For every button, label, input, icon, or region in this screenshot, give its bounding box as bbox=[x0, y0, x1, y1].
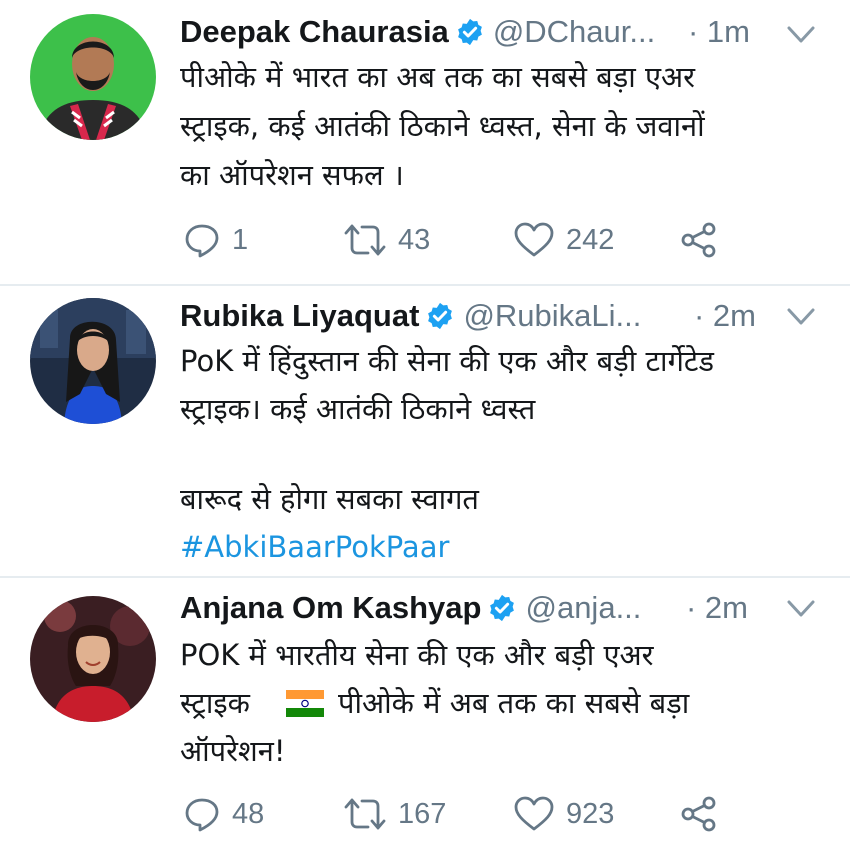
speech-bubble-icon bbox=[185, 224, 219, 258]
avatar[interactable] bbox=[30, 596, 156, 722]
reply-button[interactable]: 48 bbox=[184, 794, 264, 834]
chevron-down-icon[interactable] bbox=[786, 306, 816, 328]
retweet-button[interactable]: 167 bbox=[344, 794, 446, 834]
handle[interactable]: @DChaur... bbox=[493, 14, 655, 50]
speech-bubble-icon bbox=[185, 798, 219, 832]
india-flag-emoji bbox=[286, 690, 324, 717]
reply-button[interactable]: 1 bbox=[184, 220, 248, 260]
tweet-actions: 48 167 923 bbox=[184, 794, 744, 834]
tweet-text-line: PoK में हिंदुस्तान की सेना की एक और बड़ी… bbox=[180, 344, 715, 378]
like-button[interactable]: 242 bbox=[514, 220, 614, 260]
tweet-text-line: का ऑपरेशन सफल । bbox=[180, 158, 404, 192]
retweet-count: 43 bbox=[398, 223, 431, 256]
timestamp[interactable]: · 2m bbox=[686, 590, 748, 626]
tweet-text-line: पीओके में अब तक का सबसे बड़ा bbox=[338, 686, 690, 720]
share-icon bbox=[681, 222, 716, 258]
tweet-text-line: बारूद से होगा सबका स्वागत bbox=[180, 482, 479, 516]
tweet-header: Deepak Chaurasia @DChaur... bbox=[180, 10, 655, 54]
tweet-text-line: पीओके में भारत का अब तक का सबसे बड़ा एअर bbox=[180, 60, 696, 94]
tweet-text-line: स्ट्राइक, कई आतंकी ठिकाने ध्वस्त, सेना क… bbox=[180, 109, 705, 143]
tweet-anjana[interactable]: Anjana Om Kashyap @anja... · 2m POK में … bbox=[0, 578, 850, 850]
tweet-text-line: ऑपरेशन! bbox=[180, 734, 286, 768]
share-icon bbox=[681, 796, 716, 832]
tweet-actions: 1 43 242 bbox=[184, 220, 744, 260]
like-count: 242 bbox=[566, 223, 615, 256]
retweet-count: 167 bbox=[398, 797, 447, 830]
display-name[interactable]: Anjana Om Kashyap bbox=[180, 590, 481, 626]
retweet-arrows-icon bbox=[344, 798, 386, 830]
heart-icon bbox=[514, 796, 554, 831]
chevron-down-icon[interactable] bbox=[786, 24, 816, 46]
timestamp[interactable]: · 2m bbox=[694, 298, 756, 334]
reply-count: 48 bbox=[232, 797, 265, 830]
display-name[interactable]: Rubika Liyaquat bbox=[180, 298, 419, 334]
verified-badge-icon bbox=[425, 301, 455, 331]
verified-badge-icon bbox=[487, 593, 517, 623]
share-button[interactable] bbox=[680, 220, 718, 260]
reply-count: 1 bbox=[232, 223, 249, 256]
tweet-header: Anjana Om Kashyap @anja... bbox=[180, 586, 641, 630]
retweet-arrows-icon bbox=[344, 224, 386, 256]
verified-badge-icon bbox=[455, 17, 485, 47]
tweet-text-line: POK में भारतीय सेना की एक और बड़ी एअर bbox=[180, 638, 654, 672]
share-button[interactable] bbox=[680, 794, 718, 834]
tweet-header: Rubika Liyaquat @RubikaLi... bbox=[180, 294, 641, 338]
tweet-text-line: स्ट्राइक bbox=[180, 686, 250, 720]
like-count: 923 bbox=[566, 797, 615, 830]
handle[interactable]: @anja... bbox=[525, 590, 641, 626]
handle[interactable]: @RubikaLi... bbox=[463, 298, 641, 334]
heart-icon bbox=[514, 222, 554, 257]
timestamp[interactable]: · 1m bbox=[688, 14, 750, 50]
chevron-down-icon[interactable] bbox=[786, 598, 816, 620]
display-name[interactable]: Deepak Chaurasia bbox=[180, 14, 449, 50]
like-button[interactable]: 923 bbox=[514, 794, 614, 834]
retweet-button[interactable]: 43 bbox=[344, 220, 430, 260]
avatar[interactable] bbox=[30, 14, 156, 140]
tweet-deepak[interactable]: Deepak Chaurasia @DChaur... · 1m पीओके म… bbox=[0, 0, 850, 290]
hashtag-link[interactable]: #AbkiBaarPokPaar bbox=[180, 526, 449, 569]
avatar[interactable] bbox=[30, 298, 156, 424]
tweet-rubika[interactable]: Rubika Liyaquat @RubikaLi... · 2m PoK मे… bbox=[0, 286, 850, 576]
tweet-text-line: स्ट्राइक। कई आतंकी ठिकाने ध्वस्त bbox=[180, 392, 536, 426]
